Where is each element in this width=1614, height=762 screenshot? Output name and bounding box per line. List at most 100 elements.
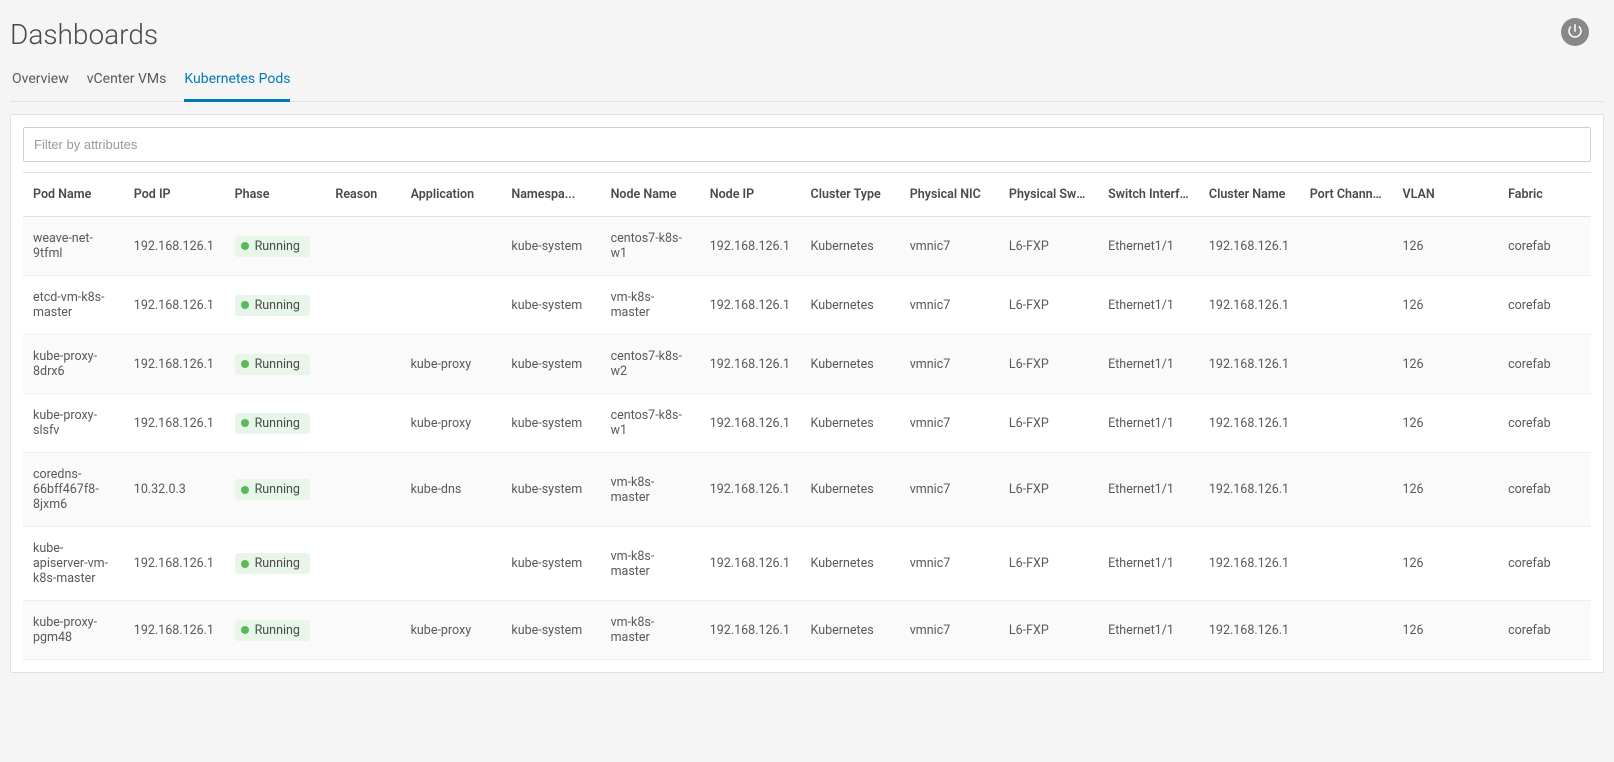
table-row[interactable]: kube-proxy-slsfv192.168.126.1 Running kube… (23, 394, 1591, 453)
cell-namespace: kube-system (501, 527, 600, 601)
cell-pod-ip: 192.168.126.1 (124, 527, 225, 601)
cell-pod-ip: 192.168.126.1 (124, 276, 225, 335)
column-header[interactable]: Physical Switch (999, 173, 1098, 217)
cell-pod-ip: 192.168.126.1 (124, 601, 225, 660)
status-badge: Running (235, 236, 310, 257)
cell-port-channel (1300, 527, 1393, 601)
cell-application (401, 527, 502, 601)
cell-port-channel (1300, 394, 1393, 453)
cell-physical-nic: vmnic7 (900, 335, 999, 394)
status-dot-icon (241, 301, 249, 309)
column-header[interactable]: Switch Interface (1098, 173, 1199, 217)
cell-reason (325, 217, 400, 276)
cell-pod-name: coredns-66bff467f8-8jxm6 (23, 453, 124, 527)
column-header[interactable]: Physical NIC (900, 173, 999, 217)
cell-physical-nic: vmnic7 (900, 217, 999, 276)
cell-vlan: 126 (1393, 276, 1499, 335)
cell-reason (325, 601, 400, 660)
cell-application (401, 217, 502, 276)
cell-pod-ip: 192.168.126.1 (124, 394, 225, 453)
cell-application: kube-proxy (401, 335, 502, 394)
status-text: Running (255, 556, 300, 571)
cell-fabric: corefab (1498, 335, 1591, 394)
cell-switch-interface: Ethernet1/1 (1098, 276, 1199, 335)
column-header[interactable]: VLAN (1393, 173, 1499, 217)
cell-pod-ip: 192.168.126.1 (124, 335, 225, 394)
cell-cluster-type: Kubernetes (801, 394, 900, 453)
column-header[interactable]: Cluster Name (1199, 173, 1300, 217)
cell-node-ip: 192.168.126.1 (700, 601, 801, 660)
cell-cluster-type: Kubernetes (801, 453, 900, 527)
refresh-button[interactable] (1561, 18, 1589, 46)
status-text: Running (255, 416, 300, 431)
tab-kubernetes-pods[interactable]: Kubernetes Pods (184, 61, 290, 102)
tab-overview[interactable]: Overview (12, 61, 69, 102)
cell-vlan: 126 (1393, 335, 1499, 394)
cell-switch-interface: Ethernet1/1 (1098, 217, 1199, 276)
table-row[interactable]: weave-net-9tfml192.168.126.1Runningkube-… (23, 217, 1591, 276)
cell-application: kube-proxy (401, 394, 502, 453)
cell-pod-name: kube-proxy-slsfv (23, 394, 124, 453)
cell-namespace: kube-system (501, 601, 600, 660)
column-header[interactable]: Reason (325, 173, 400, 217)
status-text: Running (255, 623, 300, 638)
cell-cluster-type: Kubernetes (801, 527, 900, 601)
cell-node-name: vm-k8s-master (601, 276, 700, 335)
cell-physical-nic: vmnic7 (900, 527, 999, 601)
cell-port-channel (1300, 601, 1393, 660)
cell-vlan: 126 (1393, 453, 1499, 527)
column-header[interactable]: Node IP (700, 173, 801, 217)
cell-cluster-type: Kubernetes (801, 601, 900, 660)
status-dot-icon (241, 419, 249, 427)
cell-physical-nic: vmnic7 (900, 453, 999, 527)
table-row[interactable]: etcd-vm-k8s-master192.168.126.1Runningku… (23, 276, 1591, 335)
cell-port-channel (1300, 453, 1393, 527)
cell-switch-interface: Ethernet1/1 (1098, 394, 1199, 453)
cell-application: kube-dns (401, 453, 502, 527)
status-dot-icon (241, 360, 249, 368)
status-badge: Running (235, 479, 310, 500)
cell-fabric: corefab (1498, 453, 1591, 527)
cell-phase: Running (225, 394, 326, 453)
table-body: weave-net-9tfml192.168.126.1Runningkube-… (23, 217, 1591, 660)
column-header[interactable]: Fabric (1498, 173, 1591, 217)
status-text: Running (255, 482, 300, 497)
cell-vlan: 126 (1393, 217, 1499, 276)
cell-node-ip: 192.168.126.1 (700, 335, 801, 394)
table-row[interactable]: kube-apiserver-vm-k8s-master192.168.126.… (23, 527, 1591, 601)
column-header[interactable]: Namespa... (501, 173, 600, 217)
table-row[interactable]: kube-proxy-8drx6192.168.126.1Runningkube… (23, 335, 1591, 394)
cell-fabric: corefab (1498, 276, 1591, 335)
table-row[interactable]: coredns-66bff467f8-8jxm610.32.0.3Running… (23, 453, 1591, 527)
cell-reason (325, 453, 400, 527)
cell-switch-interface: Ethernet1/1 (1098, 453, 1199, 527)
filter-input[interactable] (23, 127, 1591, 162)
column-header[interactable]: Pod Name (23, 173, 124, 217)
cell-node-ip: 192.168.126.1 (700, 217, 801, 276)
column-header[interactable]: Pod IP (124, 173, 225, 217)
cell-cluster-name: 192.168.126.1 (1199, 217, 1300, 276)
column-header[interactable]: Node Name (601, 173, 700, 217)
cell-phase: Running (225, 335, 326, 394)
cell-phase: Running (225, 601, 326, 660)
tab-vcenter-vms[interactable]: vCenter VMs (87, 61, 167, 102)
cell-phase: Running (225, 276, 326, 335)
status-badge: Running (235, 620, 310, 641)
cell-switch-interface: Ethernet1/1 (1098, 335, 1199, 394)
cell-physical-switch: L6-FXP (999, 394, 1098, 453)
cell-physical-switch: L6-FXP (999, 527, 1098, 601)
cell-node-name: centos7-k8s-w2 (601, 335, 700, 394)
cell-physical-nic: vmnic7 (900, 394, 999, 453)
tabs: Overview vCenter VMs Kubernetes Pods (10, 61, 1604, 102)
cell-fabric: corefab (1498, 217, 1591, 276)
table-row[interactable]: kube-proxy-pgm48192.168.126.1Runningkube… (23, 601, 1591, 660)
cell-fabric: corefab (1498, 527, 1591, 601)
column-header[interactable]: Application (401, 173, 502, 217)
column-header[interactable]: Phase (225, 173, 326, 217)
cell-fabric: corefab (1498, 394, 1591, 453)
cell-reason (325, 335, 400, 394)
column-header[interactable]: Port Channel (1300, 173, 1393, 217)
cell-physical-switch: L6-FXP (999, 601, 1098, 660)
column-header[interactable]: Cluster Type (801, 173, 900, 217)
cell-physical-nic: vmnic7 (900, 276, 999, 335)
